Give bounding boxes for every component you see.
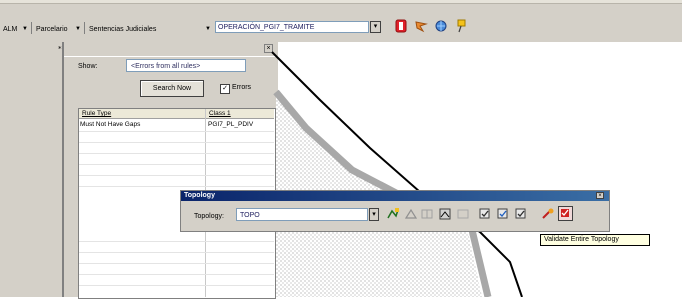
- validate-selection-icon[interactable]: [478, 207, 492, 221]
- topology-toolbar-titlebar[interactable]: [181, 191, 609, 201]
- fix-topology-error-icon[interactable]: [540, 207, 554, 221]
- validate-entire-topology-tooltip: Validate Entire Topology: [540, 234, 650, 246]
- validate-area-icon[interactable]: [514, 207, 528, 221]
- split-icon[interactable]: [420, 207, 434, 221]
- modify-edge-icon[interactable]: [404, 207, 418, 221]
- topology-label: Topology:: [194, 213, 224, 220]
- map-drawing: [271, 51, 523, 297]
- topology-dropdown-icon[interactable]: ▾: [369, 208, 379, 221]
- validate-extent-icon[interactable]: [496, 207, 510, 221]
- align-edge-icon[interactable]: [456, 207, 470, 221]
- topology-combo[interactable]: TOPO: [236, 208, 368, 221]
- topology-toolbar-title: Topology: [184, 192, 215, 199]
- topology-edit-icon[interactable]: [386, 207, 400, 221]
- reshape-icon[interactable]: [438, 207, 452, 221]
- close-icon[interactable]: ×: [596, 192, 604, 199]
- validate-entire-topology-icon[interactable]: [558, 206, 573, 221]
